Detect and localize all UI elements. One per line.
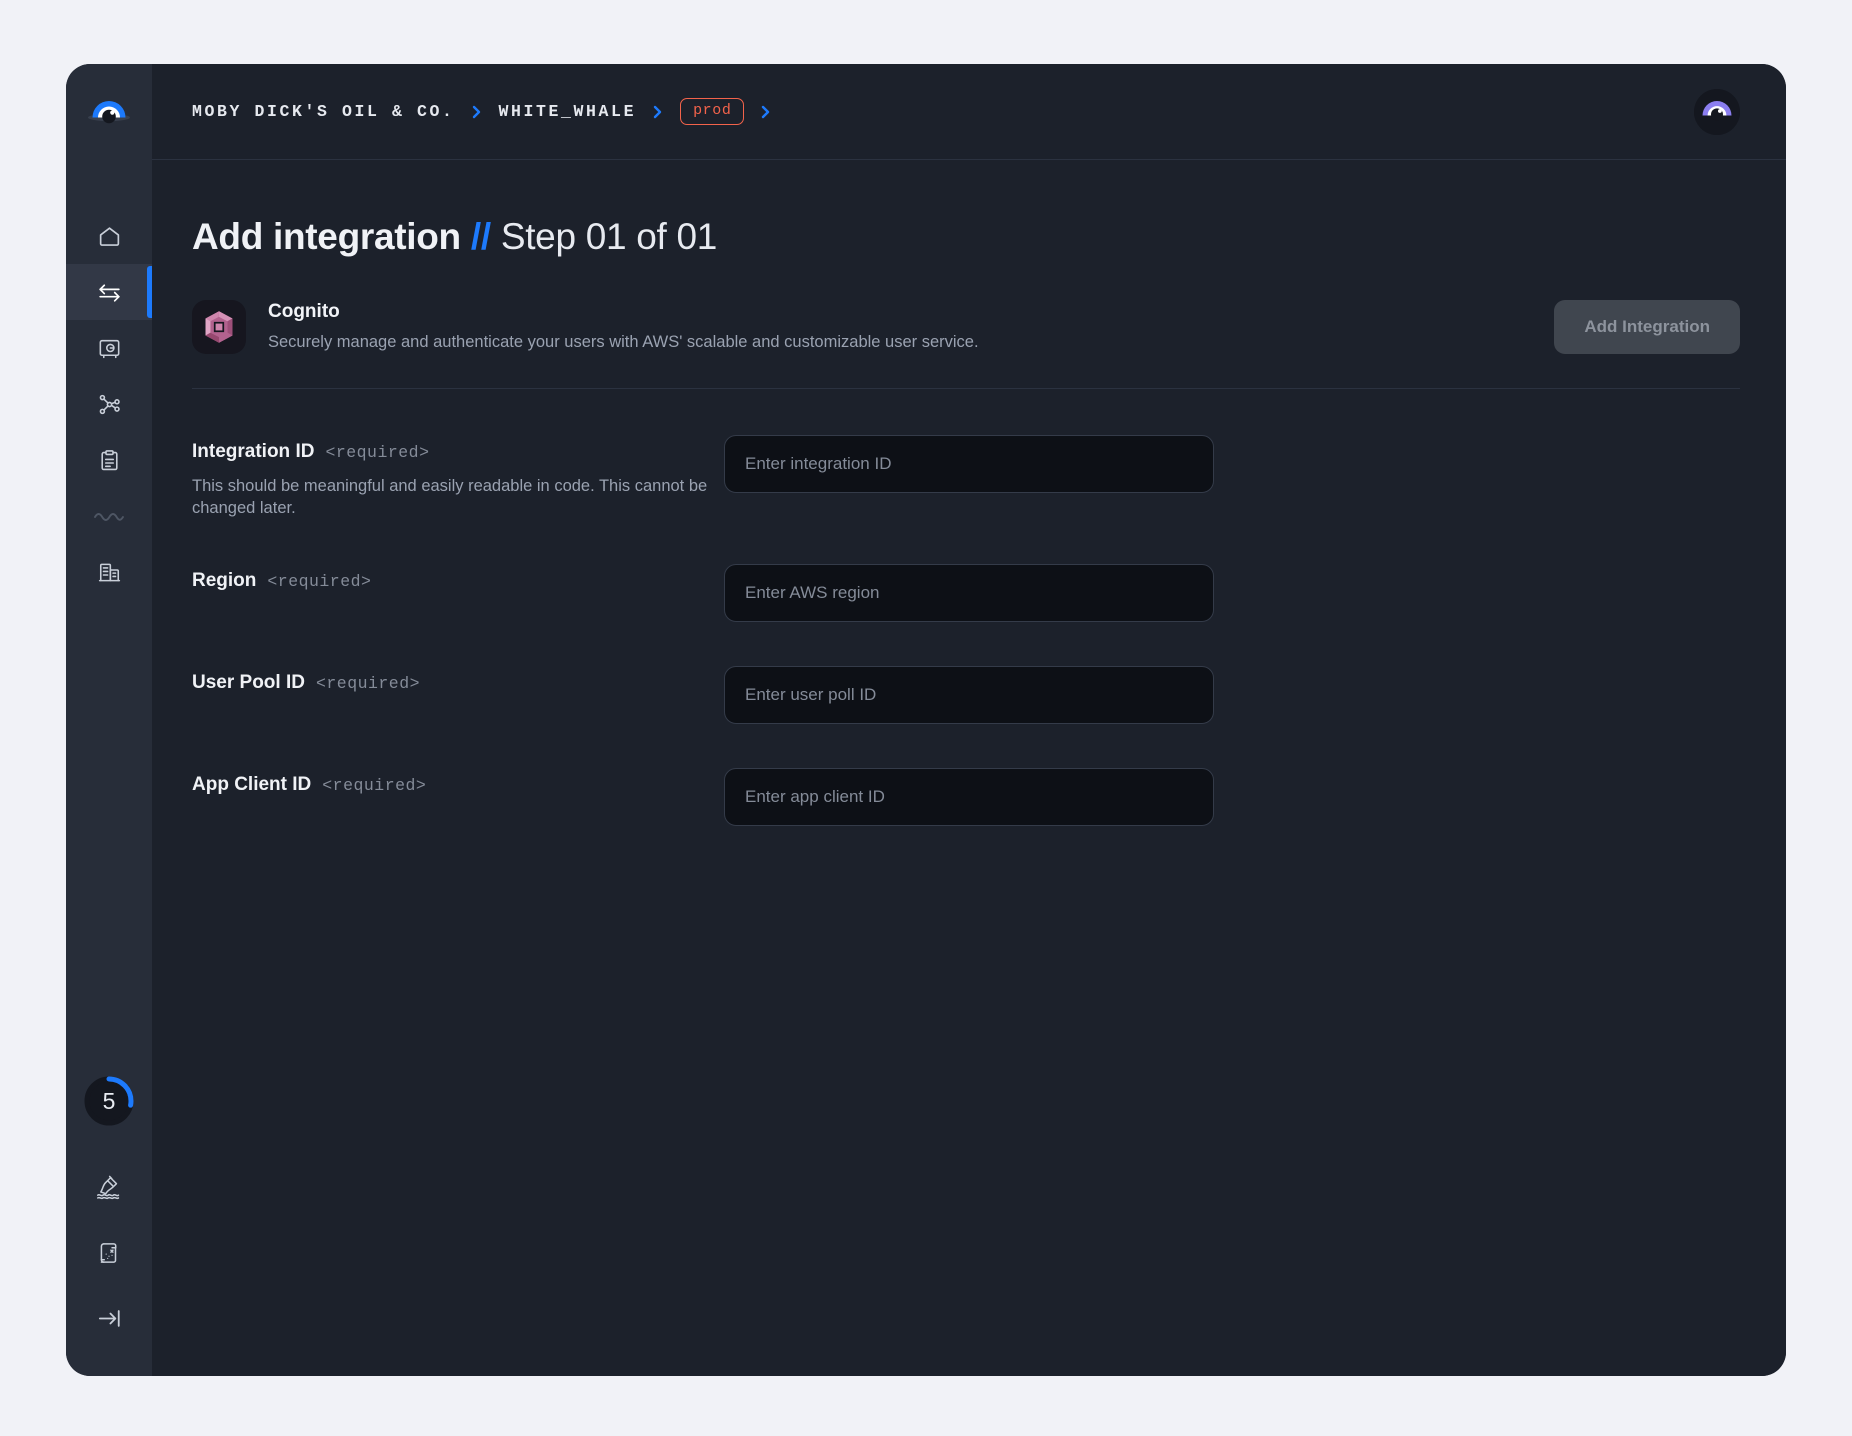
aws-cognito-icon — [192, 300, 246, 354]
form-left-region: Region <required> — [192, 564, 724, 592]
integration-id-input[interactable] — [724, 435, 1214, 493]
bottle-icon — [95, 1173, 123, 1206]
add-integration-button[interactable]: Add Integration — [1554, 300, 1740, 354]
main-area: MOBY DICK'S OIL & CO. WHITE_WHALE prod A… — [152, 64, 1786, 1376]
app-client-id-input[interactable] — [724, 767, 1214, 826]
required-tag: <required> — [315, 673, 421, 693]
integration-meta: Cognito Securely manage and authenticate… — [268, 301, 1554, 353]
required-tag: <required> — [325, 443, 430, 462]
breadcrumb-item-org[interactable]: MOBY DICK'S OIL & CO. — [192, 102, 455, 121]
page-title-separator: // — [470, 216, 491, 257]
sidebar-collapse-button[interactable] — [66, 1294, 152, 1348]
chevron-right-icon — [758, 103, 774, 121]
form-left-integration-id: Integration ID <required> This should be… — [192, 435, 724, 520]
progress-value: 5 — [102, 1087, 116, 1114]
sidebar-item-home[interactable] — [66, 208, 152, 264]
sidebar-item-network[interactable] — [66, 376, 152, 432]
chevron-right-icon — [650, 103, 666, 121]
onboarding-progress-ring[interactable]: 5 — [82, 1074, 136, 1128]
help-integration-id: This should be meaningful and easily rea… — [192, 477, 708, 518]
label-text: App Client ID — [192, 773, 312, 795]
page-root: 5 MOBY DICK'S OIL & CO. WHITE_WHALE prod… — [0, 0, 1852, 1436]
content: Add integration // Step 01 of 01 Cognito… — [152, 160, 1786, 1376]
app-logo[interactable] — [66, 64, 152, 160]
arrow-to-line-icon — [96, 1305, 123, 1337]
sidebar-item-logs[interactable] — [66, 432, 152, 488]
sidebar-item-treasure-map[interactable] — [66, 1228, 152, 1282]
region-input[interactable] — [724, 563, 1214, 622]
form-row-app-client-id: App Client ID <required> — [192, 767, 1740, 826]
form-row-user-pool-id: User Pool ID <required> — [192, 665, 1740, 724]
sidebar-item-message-in-a-bottle[interactable] — [66, 1162, 152, 1216]
field-integration-id — [724, 435, 1214, 493]
label-text: Integration ID — [192, 441, 315, 462]
form-left-app-client-id: App Client ID <required> — [192, 768, 724, 796]
app-window: 5 MOBY DICK'S OIL & CO. WHITE_WHALE prod… — [66, 64, 1786, 1376]
required-tag: <required> — [267, 571, 372, 591]
field-app-client-id — [724, 767, 1214, 826]
avatar[interactable] — [1694, 88, 1740, 135]
environment-badge[interactable]: prod — [680, 97, 745, 126]
label-app-client-id: App Client ID <required> — [192, 774, 724, 796]
waves-icon — [93, 509, 125, 523]
sidebar-item-organization[interactable] — [66, 544, 152, 600]
sidebar: 5 — [66, 64, 152, 1376]
sidebar-item-integrations[interactable] — [66, 264, 152, 320]
safe-icon — [97, 336, 122, 361]
home-icon — [97, 224, 122, 249]
field-user-pool-id — [724, 665, 1214, 724]
network-nodes-icon — [97, 392, 122, 417]
form-left-user-pool-id: User Pool ID <required> — [192, 666, 724, 694]
user-pool-id-input[interactable] — [724, 665, 1214, 724]
topbar: MOBY DICK'S OIL & CO. WHITE_WHALE prod — [152, 64, 1786, 160]
integration-description: Securely manage and authenticate your us… — [268, 332, 979, 351]
page-title-step: Step 01 of 01 — [500, 216, 718, 257]
sidebar-nav — [66, 208, 152, 600]
scroll-map-icon — [96, 1240, 122, 1271]
label-region: Region <required> — [192, 570, 724, 592]
exchange-arrows-icon — [96, 280, 123, 305]
breadcrumb-item-project[interactable]: WHITE_WHALE — [499, 102, 637, 121]
label-user-pool-id: User Pool ID <required> — [192, 672, 724, 694]
page-title-main: Add integration — [192, 216, 461, 257]
label-integration-id: Integration ID <required> — [192, 441, 724, 463]
required-tag: <required> — [322, 775, 427, 795]
label-text: User Pool ID — [192, 671, 305, 693]
sidebar-item-waves[interactable] — [66, 488, 152, 544]
field-region — [724, 563, 1214, 622]
building-icon — [97, 560, 122, 585]
integration-name: Cognito — [268, 300, 340, 322]
sidebar-bottom: 5 — [66, 1074, 152, 1376]
form-row-integration-id: Integration ID <required> This should be… — [192, 435, 1740, 520]
label-text: Region — [192, 569, 257, 591]
integration-header: Cognito Securely manage and authenticate… — [192, 300, 1740, 389]
page-title: Add integration // Step 01 of 01 — [192, 216, 1740, 258]
chevron-right-icon — [469, 103, 485, 121]
sidebar-item-vault[interactable] — [66, 320, 152, 376]
form-row-region: Region <required> — [192, 563, 1740, 622]
breadcrumb: MOBY DICK'S OIL & CO. WHITE_WHALE prod — [192, 97, 1694, 126]
clipboard-icon — [97, 448, 122, 473]
